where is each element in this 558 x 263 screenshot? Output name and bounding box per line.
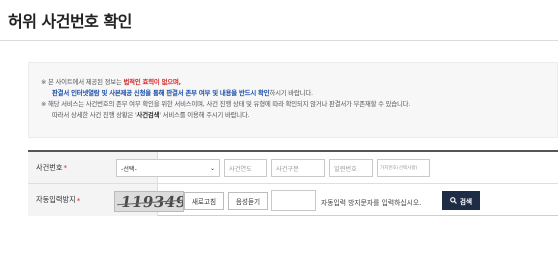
page-title: 허위 사건번호 확인 — [8, 12, 132, 31]
chevron-down-icon: ⌄ — [209, 164, 215, 172]
notice-line-2: 판결서 인터넷열람 및 사본제공 신청을 통해 판결서 존부 여부 및 내용을 … — [41, 88, 557, 99]
case-number-label-text: 사건번호 — [36, 162, 63, 172]
search-button-label: 검색 — [459, 197, 473, 206]
notice-line-1: ※ 본 사이트에서 제공된 정보는 법적인 효력이 없으며, — [41, 77, 557, 88]
captcha-refresh-button[interactable]: 새로고침 — [184, 192, 224, 210]
notice-box: ※ 본 사이트에서 제공된 정보는 법적인 효력이 없으며, 판결서 인터넷열람… — [28, 62, 558, 138]
title-divider — [0, 40, 558, 41]
notice-line-2-suffix: 하시기 바랍니다. — [269, 89, 313, 97]
case-type-input[interactable]: 사건구분 — [271, 159, 325, 177]
captcha-row: 자동입력방지* 119349 새로고침 음성듣기 자동입력 방지문자를 입력하십… — [28, 184, 558, 216]
notice-verify-instruction: 판결서 인터넷열람 및 사본제공 신청을 통해 판결서 존부 여부 및 내용을 … — [52, 89, 270, 97]
notice-legal-warning: 법적인 효력이 없으며, — [123, 78, 181, 86]
notice-line-4-prefix: 따라서 상세한 사건 진행 상황은 ' — [52, 111, 137, 119]
case-serial-input[interactable]: 일련번호 — [329, 159, 373, 177]
case-number-row: 사건번호 * -선택- ⌄ 사건연도 사건구분 일련번호 가지번호(선택사항) — [28, 152, 558, 184]
case-branch-input[interactable]: 가지번호(선택사항) — [377, 159, 430, 177]
captcha-input[interactable] — [271, 190, 316, 211]
captcha-audio-button[interactable]: 음성듣기 — [228, 192, 268, 210]
notice-line-4: 따라서 상세한 사건 진행 상황은 '사건검색' 서비스를 이용해 주시기 바랍… — [41, 110, 557, 121]
notice-case-search-term: 사건검색 — [136, 111, 160, 119]
search-button[interactable]: 검색 — [442, 191, 480, 210]
captcha-hint: 자동입력 방지문자를 입력하십시오. — [321, 199, 422, 207]
court-select[interactable]: -선택- ⌄ — [116, 159, 220, 177]
required-mark: * — [63, 163, 68, 172]
captcha-image: 119349 — [114, 191, 184, 212]
notice-line-1-prefix: ※ 본 사이트에서 제공된 정보는 — [41, 78, 124, 86]
required-mark: * — [76, 195, 81, 205]
notice-line-3: ※ 해당 서비스는 사건번호의 존부 여부 확인을 위한 서비스이며, 사건 진… — [41, 100, 411, 108]
notice-line-4-suffix: ' 서비스를 이용해 주시기 바랍니다. — [159, 111, 250, 119]
search-icon — [450, 197, 457, 204]
captcha-label-text: 자동입력방지 — [36, 195, 76, 204]
court-select-value: -선택- — [121, 165, 137, 173]
case-year-input[interactable]: 사건연도 — [224, 159, 267, 177]
case-check-form: 사건번호 * -선택- ⌄ 사건연도 사건구분 일련번호 가지번호(선택사항) 자… — [28, 150, 558, 216]
